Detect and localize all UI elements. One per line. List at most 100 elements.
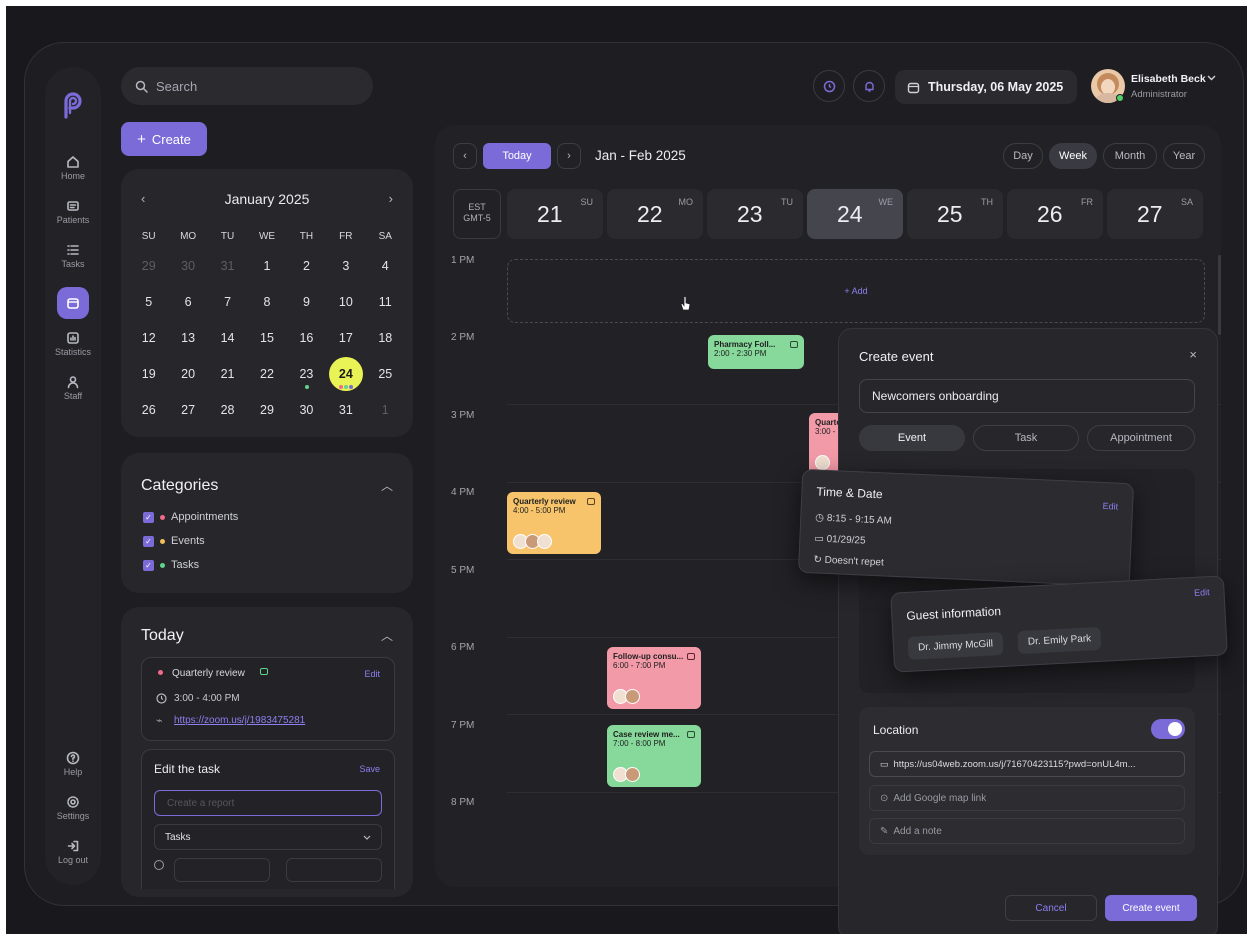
- today-event-card[interactable]: Quarterly review Edit 3:00 - 4:00 PM ⌁ h…: [141, 657, 395, 741]
- next-month-icon[interactable]: ›: [389, 191, 393, 206]
- view-month-button[interactable]: Month: [1103, 143, 1157, 169]
- calendar-day[interactable]: 8: [247, 284, 286, 320]
- calendar-day[interactable]: 9: [287, 284, 326, 320]
- nav-item-home[interactable]: Home: [45, 155, 101, 181]
- scrollbar[interactable]: [1218, 255, 1221, 335]
- category-item[interactable]: ✓ Appointments: [143, 511, 238, 523]
- calendar-day[interactable]: 28: [208, 392, 247, 428]
- calendar-day[interactable]: 17: [326, 320, 365, 356]
- close-icon[interactable]: ×: [1189, 347, 1197, 362]
- create-event-submit-button[interactable]: Create event: [1105, 895, 1197, 921]
- calendar-day[interactable]: 31: [208, 248, 247, 284]
- nav-item-statistics[interactable]: Statistics: [45, 331, 101, 357]
- calendar-day[interactable]: 11: [366, 284, 405, 320]
- event-quarterly-review[interactable]: Quarterly review 4:00 - 5:00 PM: [507, 492, 601, 554]
- nav-item-patients[interactable]: Patients: [45, 199, 101, 225]
- calendar-day[interactable]: 10: [326, 284, 365, 320]
- calendar-day[interactable]: 20: [168, 356, 207, 392]
- event-case-review-meeting[interactable]: Case review me... 7:00 - 8:00 PM: [607, 725, 701, 787]
- guest-chip[interactable]: Dr. Jimmy McGill: [907, 631, 1004, 660]
- today-event-link[interactable]: https://zoom.us/j/1983475281: [174, 715, 305, 726]
- view-year-button[interactable]: Year: [1163, 143, 1205, 169]
- day-header[interactable]: 26 FR: [1007, 189, 1103, 239]
- tab-task[interactable]: Task: [973, 425, 1079, 451]
- guest-chip[interactable]: Dr. Emily Park: [1017, 626, 1102, 655]
- end-time-input[interactable]: [286, 858, 382, 882]
- day-header[interactable]: 23 TU: [707, 189, 803, 239]
- task-type-select[interactable]: Tasks: [154, 824, 382, 850]
- calendar-day[interactable]: 25: [366, 356, 405, 392]
- calendar-day[interactable]: 19: [129, 356, 168, 392]
- chevron-down-icon[interactable]: [1207, 75, 1216, 81]
- calendar-day[interactable]: 2: [287, 248, 326, 284]
- tab-appointment[interactable]: Appointment: [1087, 425, 1195, 451]
- day-header[interactable]: 25 TH: [907, 189, 1003, 239]
- location-toggle[interactable]: [1151, 719, 1185, 739]
- note-input[interactable]: ✎ Add a note: [869, 818, 1185, 844]
- event-pharmacy-followup[interactable]: Pharmacy Foll... 2:00 - 2:30 PM: [708, 335, 804, 369]
- cancel-button[interactable]: Cancel: [1005, 895, 1097, 921]
- nav-item-help[interactable]: Help: [45, 751, 101, 777]
- calendar-day[interactable]: 1: [366, 392, 405, 428]
- calendar-day[interactable]: 22: [247, 356, 286, 392]
- nav-item-staff[interactable]: Staff: [45, 375, 101, 401]
- history-button[interactable]: [813, 70, 845, 102]
- meeting-url-input[interactable]: ▭ https://us04web.zoom.us/j/71670423115?…: [869, 751, 1185, 777]
- calendar-day[interactable]: 5: [129, 284, 168, 320]
- prev-week-icon[interactable]: ‹: [453, 143, 477, 169]
- day-header[interactable]: 22 MO: [607, 189, 703, 239]
- create-button[interactable]: + Create: [121, 122, 207, 156]
- guest-info-edit-link[interactable]: Edit: [1194, 587, 1210, 598]
- save-button[interactable]: Save: [359, 764, 380, 774]
- collapse-icon[interactable]: ︿: [381, 477, 393, 494]
- calendar-day[interactable]: 14: [208, 320, 247, 356]
- calendar-day[interactable]: 29: [129, 248, 168, 284]
- map-link-input[interactable]: ⊙ Add Google map link: [869, 785, 1185, 811]
- event-follow-up-consultation[interactable]: Follow-up consu... 6:00 - 7:00 PM: [607, 647, 701, 709]
- time-date-card[interactable]: Time & Date Edit ◷ 8:15 - 9:15 AM ▭ 01/2…: [797, 468, 1135, 588]
- calendar-day[interactable]: 23: [287, 356, 326, 392]
- view-week-button[interactable]: Week: [1049, 143, 1097, 169]
- checkbox-icon[interactable]: ✓: [143, 511, 154, 523]
- day-header[interactable]: 27 SA: [1107, 189, 1203, 239]
- checkbox-icon[interactable]: ✓: [143, 535, 154, 547]
- calendar-day[interactable]: 1: [247, 248, 286, 284]
- nav-item-calendar[interactable]: [57, 287, 89, 319]
- calendar-day[interactable]: 6: [168, 284, 207, 320]
- notifications-button[interactable]: [853, 70, 885, 102]
- start-time-input[interactable]: [174, 858, 270, 882]
- search-box[interactable]: Search: [121, 67, 373, 105]
- calendar-day[interactable]: 16: [287, 320, 326, 356]
- calendar-day[interactable]: 24: [326, 356, 365, 392]
- calendar-day[interactable]: 30: [287, 392, 326, 428]
- calendar-day[interactable]: 18: [366, 320, 405, 356]
- today-edit-link[interactable]: Edit: [364, 669, 380, 679]
- calendar-day[interactable]: 3: [326, 248, 365, 284]
- task-name-input[interactable]: Create a report: [154, 790, 382, 816]
- calendar-day[interactable]: 27: [168, 392, 207, 428]
- nav-item-tasks[interactable]: Tasks: [45, 243, 101, 269]
- date-display[interactable]: Thursday, 06 May 2025: [895, 70, 1077, 104]
- checkbox-icon[interactable]: ✓: [143, 559, 154, 571]
- view-day-button[interactable]: Day: [1003, 143, 1043, 169]
- search-input[interactable]: Search: [156, 79, 197, 94]
- category-item[interactable]: ✓ Events: [143, 535, 205, 547]
- calendar-day[interactable]: 30: [168, 248, 207, 284]
- tab-event[interactable]: Event: [859, 425, 965, 451]
- nav-item-settings[interactable]: Settings: [45, 795, 101, 821]
- calendar-day[interactable]: 13: [168, 320, 207, 356]
- time-date-edit-link[interactable]: Edit: [1102, 501, 1118, 512]
- user-name[interactable]: Elisabeth Beck: [1131, 73, 1206, 85]
- calendar-day[interactable]: 7: [208, 284, 247, 320]
- calendar-day[interactable]: 29: [247, 392, 286, 428]
- category-item[interactable]: ✓ Tasks: [143, 559, 199, 571]
- day-header-selected[interactable]: 24 WE: [807, 189, 903, 239]
- calendar-day[interactable]: 4: [366, 248, 405, 284]
- calendar-day[interactable]: 15: [247, 320, 286, 356]
- calendar-day[interactable]: 21: [208, 356, 247, 392]
- calendar-day[interactable]: 26: [129, 392, 168, 428]
- day-header[interactable]: 21 SU: [507, 189, 603, 239]
- calendar-day[interactable]: 31: [326, 392, 365, 428]
- today-button[interactable]: Today: [483, 143, 551, 169]
- event-name-input[interactable]: Newcomers onboarding: [859, 379, 1195, 413]
